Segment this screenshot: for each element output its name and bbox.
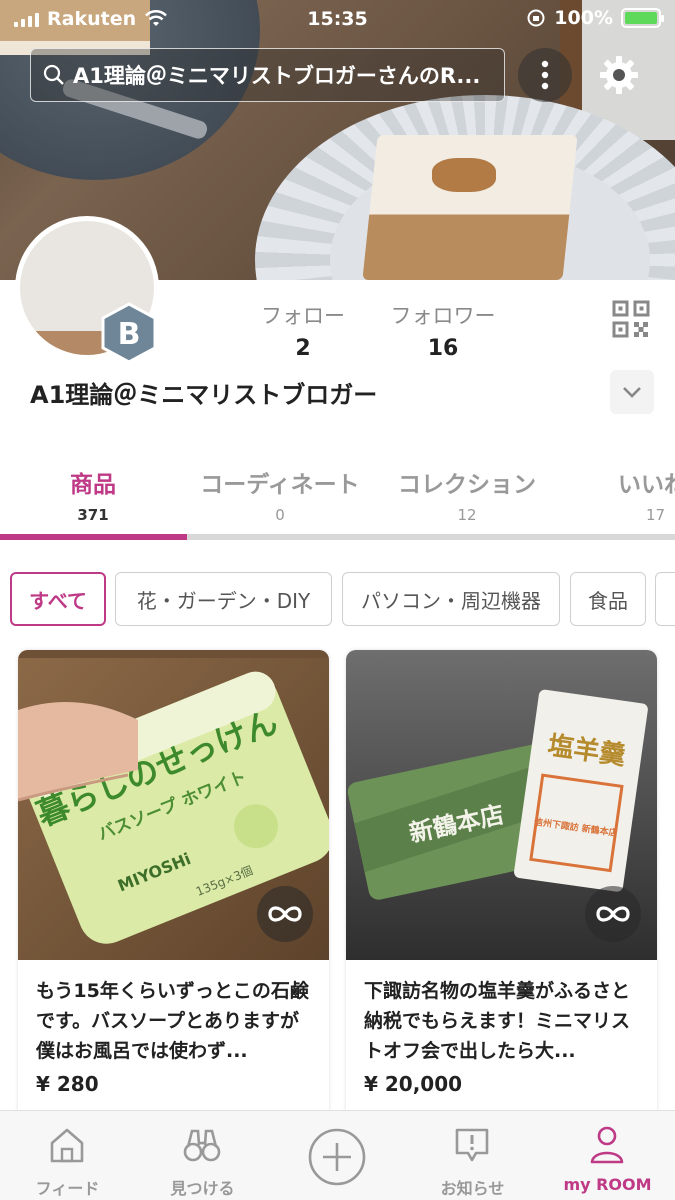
status-bar: Rakuten 15:35 100%: [0, 0, 675, 38]
search-text: A1理論＠ミニマリストブロガーさんのR...: [73, 64, 481, 88]
chip-garden-diy[interactable]: 花・ガーデン・DIY: [115, 572, 332, 626]
status-right: 100%: [526, 7, 664, 29]
gear-icon: [600, 56, 638, 94]
tab-label: 商品: [70, 472, 116, 498]
product-card[interactable]: 暮らしのせっけん バスソープ ホワイト MIYOSHi 135g×3個 もう15…: [18, 650, 329, 1120]
tab-count: 0: [275, 506, 285, 524]
tab-label: いいね: [618, 472, 675, 498]
qr-code-icon[interactable]: [612, 300, 650, 338]
follow-stat[interactable]: フォロー 2: [243, 300, 363, 361]
follow-count: 2: [295, 336, 311, 361]
product-price: ¥ 280: [36, 1072, 99, 1096]
followers-stat[interactable]: フォロワー 16: [383, 300, 503, 361]
settings-button[interactable]: [592, 48, 646, 102]
infinity-badge[interactable]: [257, 886, 313, 942]
chip-food[interactable]: 食品: [570, 572, 646, 626]
nav-add[interactable]: [270, 1111, 405, 1200]
infinity-icon: [596, 906, 630, 922]
product-title[interactable]: 下諏訪名物の塩羊羹がふるさと納税でもらえます！ミニマリストオフ会で出したら大..…: [364, 976, 644, 1066]
photo-walnut: [432, 158, 496, 192]
tab-products[interactable]: 商品 371: [53, 465, 133, 524]
product-card[interactable]: 新鶴本店 塩羊羹 信州下諏訪 新鶴本店 下諏訪名物の塩羊羹がふるさと納税でもらえ…: [346, 650, 657, 1120]
plus-circle-icon: [308, 1128, 366, 1186]
product-price: ¥ 20,000: [364, 1072, 463, 1096]
more-vertical-icon: [541, 60, 549, 90]
binoculars-icon: [183, 1129, 221, 1162]
infinity-icon: [268, 906, 302, 922]
nav-feed[interactable]: フィード: [0, 1111, 135, 1200]
tab-likes[interactable]: いいね 17: [618, 465, 675, 524]
orientation-lock-icon: [527, 9, 545, 27]
category-chips: すべて 花・ガーデン・DIY パソコン・周辺機器 食品: [0, 572, 675, 628]
blogger-badge-icon: B: [101, 302, 157, 364]
follow-label: フォロー: [261, 304, 345, 328]
chip-next[interactable]: [655, 572, 675, 626]
battery-percent: 100%: [554, 7, 613, 29]
expand-profile-button[interactable]: [610, 370, 654, 414]
more-options-button[interactable]: [518, 48, 572, 102]
chevron-down-icon: [623, 387, 641, 398]
tab-coordinate[interactable]: コーディネート 0: [196, 465, 364, 524]
nav-label: 見つける: [170, 1179, 235, 1198]
nav-my-room[interactable]: my ROOM: [540, 1111, 675, 1200]
tab-collection[interactable]: コレクション 12: [394, 465, 540, 524]
bottom-navigation: フィード 見つける お知らせ my ROOM: [0, 1110, 675, 1200]
tab-count: 371: [77, 506, 109, 524]
infinity-badge[interactable]: [585, 886, 641, 942]
product-title[interactable]: もう15年くらいずっとこの石鹸です。バスソープとありますが僕はお風呂では使わず.…: [36, 976, 316, 1066]
tab-label: コーディネート: [200, 472, 360, 498]
profile-stats: フォロー 2 フォロワー 16: [255, 300, 655, 361]
search-input[interactable]: A1理論＠ミニマリストブロガーさんのR...: [30, 48, 505, 102]
nav-label: フィード: [35, 1179, 100, 1198]
nav-label: お知らせ: [440, 1179, 505, 1198]
tab-count: 12: [457, 506, 477, 524]
notification-icon: [455, 1128, 489, 1162]
content-tabs: 商品 371 コーディネート 0 コレクション 12 いいね 17: [0, 455, 675, 537]
chip-all[interactable]: すべて: [10, 572, 106, 626]
search-icon: [43, 64, 64, 85]
followers-count: 16: [427, 336, 459, 361]
tab-count: 17: [646, 506, 666, 524]
app-root: { "status_bar": { "carrier": "Rakuten", …: [0, 0, 675, 1200]
tab-label: コレクション: [398, 472, 536, 498]
nav-label: my ROOM: [563, 1175, 652, 1194]
profile-name: A1理論＠ミニマリストブロガー: [30, 381, 378, 409]
followers-label: フォロワー: [390, 304, 496, 328]
person-icon: [590, 1126, 624, 1164]
nav-notifications[interactable]: お知らせ: [405, 1111, 540, 1200]
nav-discover[interactable]: 見つける: [135, 1111, 270, 1200]
tab-indicator: [0, 534, 187, 540]
photo-cake-right: [362, 135, 578, 280]
chip-pc-peripherals[interactable]: パソコン・周辺機器: [342, 572, 560, 626]
battery-icon: [621, 8, 664, 28]
house-icon: [50, 1128, 84, 1163]
svg-text:B: B: [118, 317, 141, 352]
